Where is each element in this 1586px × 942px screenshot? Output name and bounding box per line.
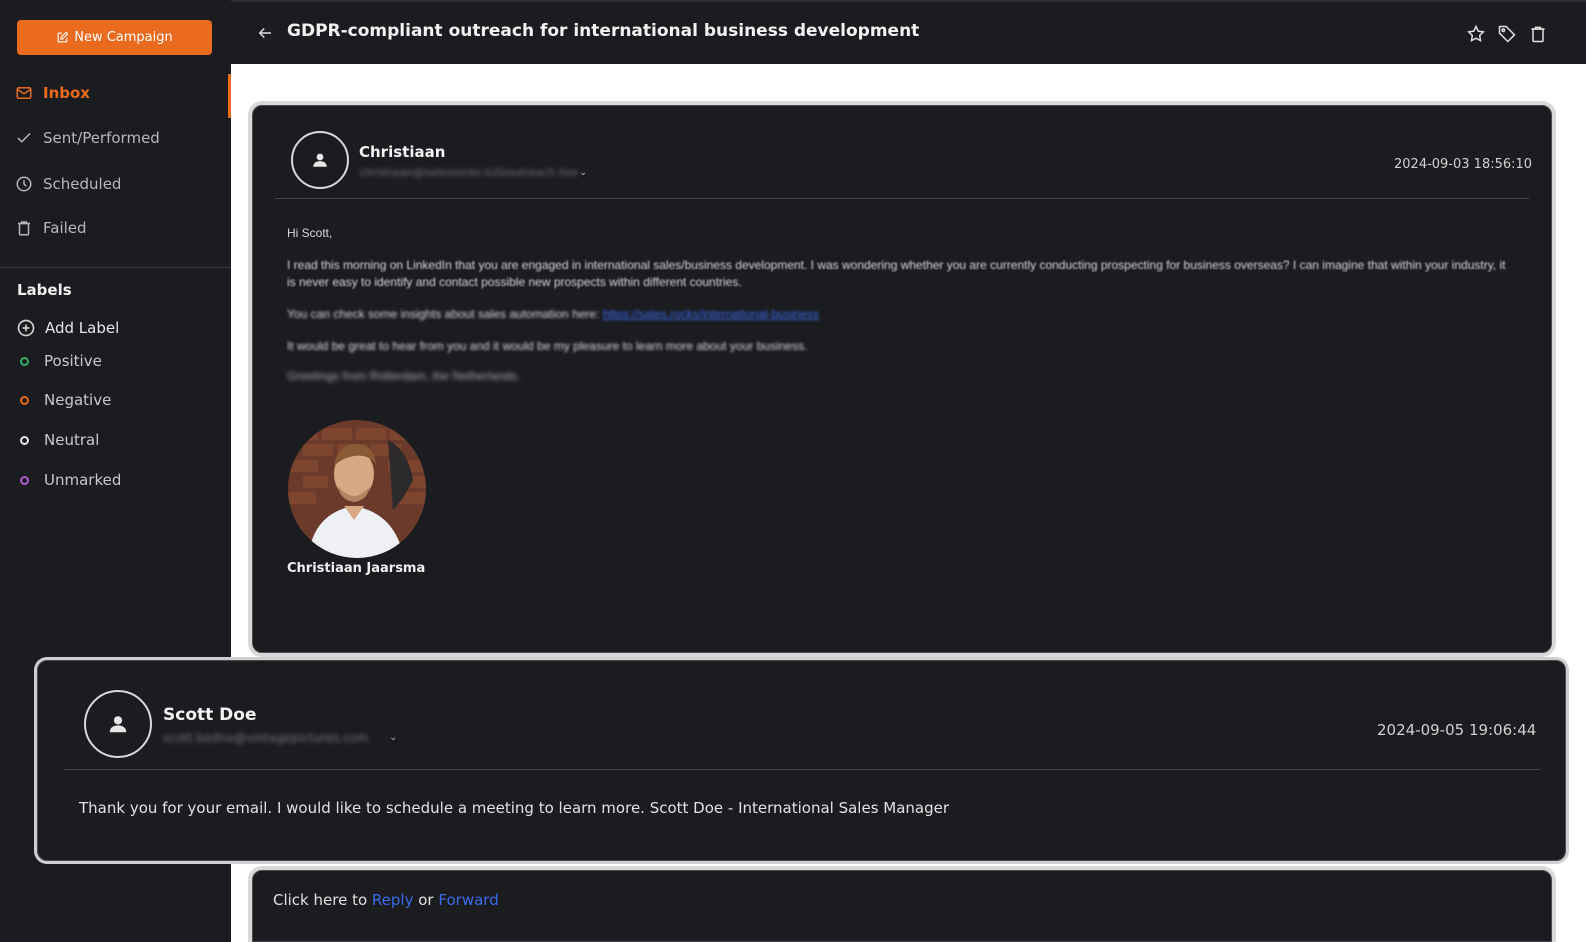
reply-or: or — [418, 891, 434, 909]
nav-label-failed: Failed — [43, 219, 87, 237]
email-paragraph: It would be great to hear from you and i… — [287, 339, 808, 353]
signature-photo — [288, 420, 426, 558]
email-paragraph-link: You can check some insights about sales … — [287, 306, 819, 323]
label-unmarked[interactable]: Unmarked — [18, 469, 121, 491]
edit-icon — [57, 31, 69, 43]
label-neutral-text: Neutral — [44, 431, 100, 449]
trash-icon — [18, 221, 30, 236]
user-icon — [313, 153, 327, 167]
nav-item-inbox[interactable]: Inbox — [15, 81, 90, 105]
reply-body: Thank you for your email. I would like t… — [79, 799, 950, 817]
labels-title: Labels — [17, 281, 72, 299]
nav-label-sent: Sent/Performed — [43, 129, 160, 147]
add-label-button[interactable]: Add Label — [16, 317, 119, 339]
sidebar-divider — [0, 267, 231, 268]
reply-prompt: Click here to Reply or Forward — [273, 891, 499, 909]
new-campaign-label: New Campaign — [74, 30, 173, 45]
label-negative-text: Negative — [44, 391, 112, 409]
label-unmarked-text: Unmarked — [44, 471, 122, 489]
message-card-reply — [37, 660, 1566, 861]
nav-item-sent[interactable]: Sent/Performed — [15, 126, 160, 150]
delete-trash-icon[interactable] — [1528, 24, 1548, 44]
clock-icon — [16, 176, 32, 192]
user-icon — [109, 716, 127, 733]
sender-name: Christiaan — [359, 143, 446, 161]
message-date: 2024-09-05 19:06:44 — [1377, 721, 1537, 739]
avatar — [291, 131, 349, 189]
nav-item-failed[interactable]: Failed — [15, 216, 87, 240]
check-icon — [17, 132, 31, 143]
label-positive[interactable]: Positive — [18, 350, 102, 372]
sender-email: scott.bedno@vintagepictures.com — [163, 731, 369, 745]
email-paragraph: I read this morning on LinkedIn that you… — [287, 258, 1506, 289]
sender-name: Scott Doe — [163, 705, 257, 725]
neutral-dot-icon — [20, 435, 29, 445]
mail-icon — [16, 87, 32, 99]
negative-dot-icon — [20, 395, 29, 405]
active-indicator — [228, 74, 231, 118]
positive-dot-icon — [20, 356, 29, 366]
nav-label-inbox: Inbox — [43, 84, 90, 102]
add-label-text: Add Label — [45, 319, 120, 337]
new-campaign-button[interactable]: New Campaign — [17, 20, 212, 55]
nav-item-scheduled[interactable]: Scheduled — [15, 172, 121, 196]
avatar — [84, 690, 152, 758]
plus-circle-icon — [17, 319, 35, 337]
label-neutral[interactable]: Neutral — [18, 429, 99, 451]
reply-prefix: Click here to — [273, 891, 368, 909]
label-negative[interactable]: Negative — [18, 389, 111, 411]
email-greeting: Hi Scott, — [287, 226, 333, 240]
message-divider — [64, 769, 1540, 770]
email-header: GDPR-compliant outreach for internationa… — [231, 0, 1586, 64]
nav-label-scheduled: Scheduled — [43, 175, 122, 193]
label-positive-text: Positive — [44, 352, 102, 370]
insights-link[interactable]: https://sales.rocks/international-busine… — [603, 307, 819, 321]
chevron-down-icon[interactable]: ⌄ — [579, 167, 587, 178]
sender-email: christiaan@salesrocks-b2boutreach.live — [359, 166, 578, 179]
star-icon[interactable] — [1466, 24, 1486, 44]
back-arrow-icon[interactable] — [256, 24, 274, 42]
unmarked-dot-icon — [20, 475, 29, 485]
message-divider — [275, 198, 1529, 199]
email-closing: Greetings from Rotterdam, the Netherland… — [287, 369, 521, 383]
forward-link[interactable]: Forward — [438, 891, 498, 909]
message-date: 2024-09-03 18:56:10 — [1394, 157, 1533, 172]
tag-icon[interactable] — [1497, 24, 1517, 44]
email-subject: GDPR-compliant outreach for internationa… — [287, 21, 920, 41]
link-prefix: You can check some insights about sales … — [287, 307, 600, 321]
reply-link[interactable]: Reply — [372, 891, 414, 909]
chevron-down-icon[interactable]: ⌄ — [389, 732, 397, 743]
signature-name: Christiaan Jaarsma — [287, 561, 426, 576]
